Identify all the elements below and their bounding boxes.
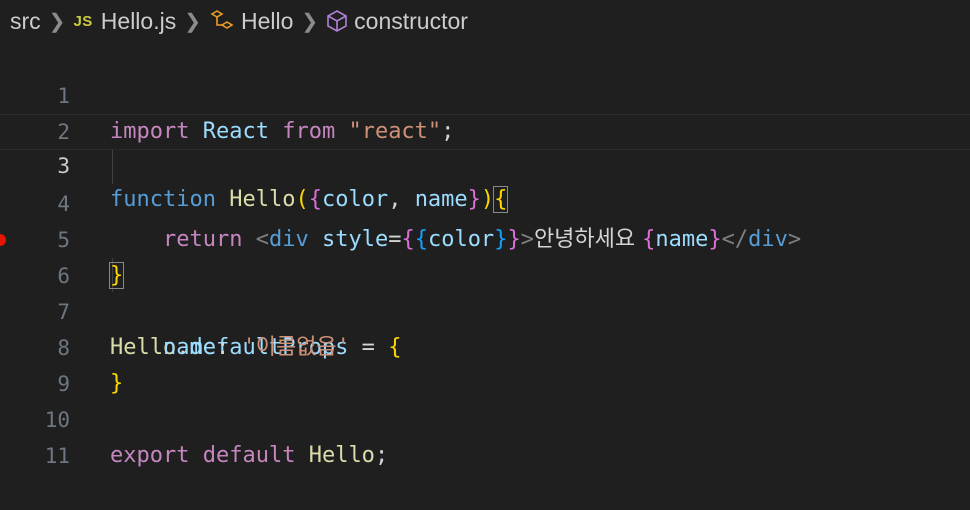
- code-line[interactable]: 2: [0, 78, 970, 144]
- code-line[interactable]: 10 export default Hello;: [0, 366, 970, 468]
- code-line[interactable]: 5 }: [0, 186, 970, 289]
- chevron-right-icon: ❯: [48, 10, 66, 33]
- chevron-right-icon: ❯: [301, 10, 319, 33]
- breadcrumb-component[interactable]: Hello: [209, 8, 293, 35]
- breadcrumb: src ❯ JS Hello.js ❯ Hello ❯ constructor: [0, 0, 970, 42]
- breadcrumb-file[interactable]: JS Hello.js: [73, 8, 176, 35]
- code-line[interactable]: 11: [0, 402, 970, 468]
- javascript-file-icon: JS: [73, 12, 93, 30]
- breadcrumb-member-label: constructor: [354, 7, 468, 34]
- breadcrumb-folder[interactable]: src: [10, 8, 41, 35]
- breadcrumb-file-label: Hello.js: [100, 7, 177, 34]
- code-editor[interactable]: 1 import React from "react"; 2 3 functio…: [0, 42, 970, 468]
- chevron-right-icon: ❯: [184, 10, 201, 33]
- code-line[interactable]: 9: [0, 330, 970, 396]
- code-line[interactable]: 6 Hello.defaultProps = {: [0, 222, 970, 360]
- code-line[interactable]: 8 }: [0, 294, 970, 396]
- code-text: export default Hello;: [110, 443, 389, 468]
- code-line[interactable]: 7 name: '이름없음': [0, 258, 970, 360]
- symbol-class-icon: [209, 10, 235, 32]
- line-number: 11: [44, 444, 70, 468]
- code-line[interactable]: 4 return <div style={{color}}>안녕하세요 {nam…: [0, 150, 970, 252]
- breadcrumb-member[interactable]: constructor: [326, 8, 468, 35]
- symbol-method-icon: [326, 9, 348, 33]
- code-line-current[interactable]: 3 function Hello({color, name}){: [0, 114, 970, 213]
- breadcrumb-component-label: Hello: [240, 7, 294, 34]
- breakpoint-icon[interactable]: [0, 234, 6, 246]
- code-line[interactable]: 1 import React from "react";: [0, 42, 970, 144]
